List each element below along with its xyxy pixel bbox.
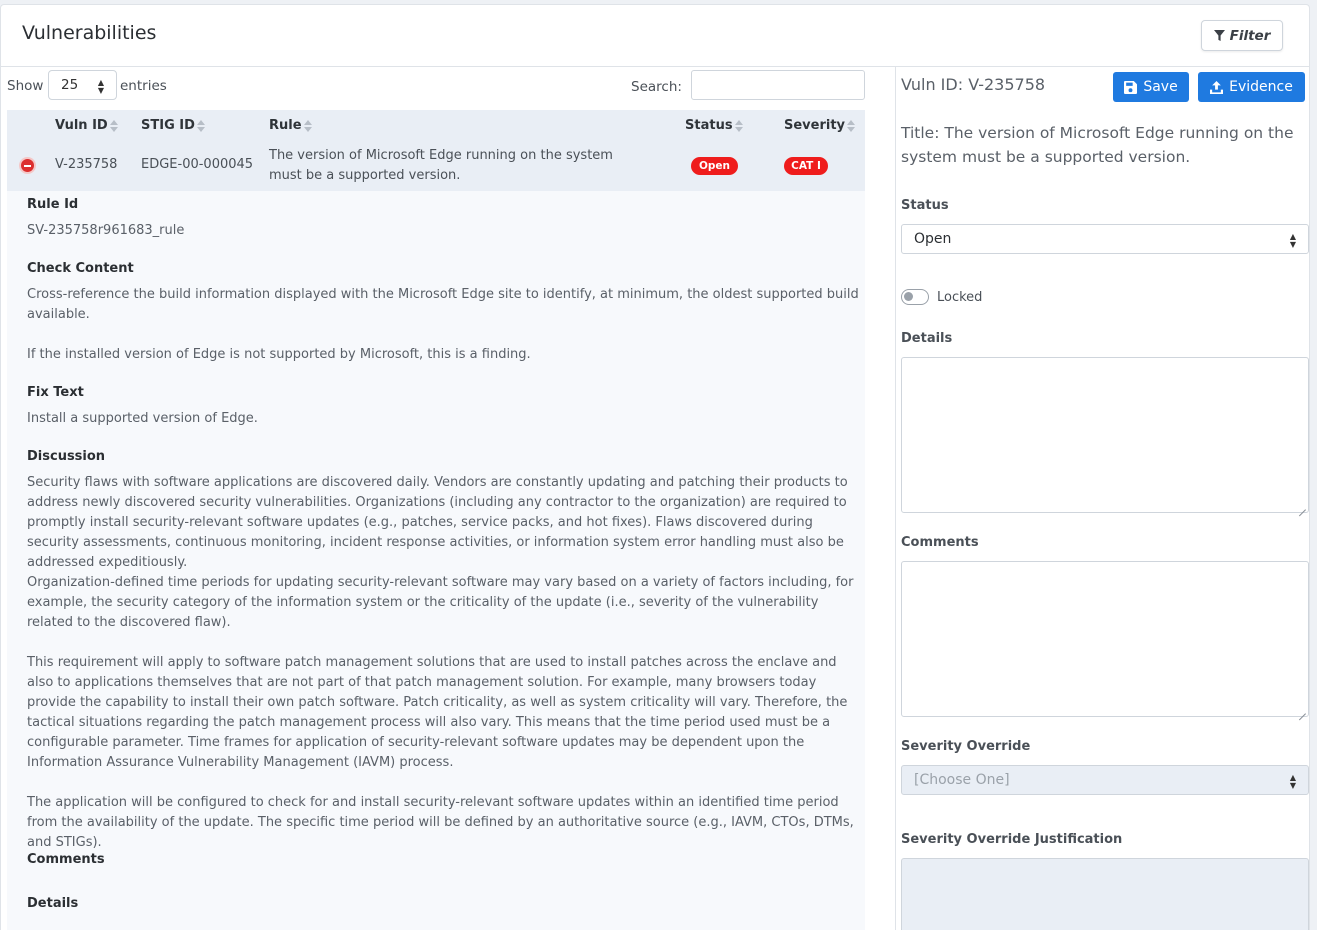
select-arrows-icon: ▲ ▼	[1289, 232, 1296, 249]
sort-icon	[196, 119, 205, 132]
resize-handle-icon[interactable]	[1299, 503, 1306, 510]
column-vuln-id[interactable]: Vuln ID	[55, 118, 118, 133]
discussion-p4: The application will be configured to ch…	[27, 795, 854, 850]
save-label: Save	[1143, 79, 1178, 95]
status-select[interactable]: Open ▲ ▼	[901, 224, 1309, 254]
filter-icon	[1213, 30, 1225, 41]
column-label: Status	[685, 118, 733, 133]
filter-button[interactable]: Filter	[1201, 20, 1283, 51]
sort-icon	[303, 119, 312, 132]
details-heading: Details	[27, 896, 79, 911]
select-arrows-icon: ▲ ▼	[97, 78, 104, 95]
sort-icon	[734, 119, 743, 132]
column-label: Severity	[784, 118, 846, 133]
table-row[interactable]: V-235758 EDGE-00-000045 The version of M…	[7, 141, 865, 191]
vuln-title: Title: The version of Microsoft Edge run…	[901, 124, 1294, 166]
column-label: STIG ID	[141, 118, 195, 133]
column-severity[interactable]: Severity	[784, 118, 856, 133]
search-input[interactable]	[691, 70, 865, 100]
evidence-button[interactable]: Evidence	[1198, 72, 1305, 102]
justification-label: Severity Override Justification	[901, 832, 1123, 847]
check-content-p2: If the installed version of Edge is not …	[27, 347, 531, 362]
search-label: Search:	[631, 79, 682, 95]
column-label: Rule	[269, 118, 302, 133]
severity-override-select[interactable]: [Choose One] ▲ ▼	[901, 765, 1309, 795]
stig-id-cell: EDGE-00-000045	[141, 157, 254, 172]
entries-label: entries	[120, 78, 167, 94]
details-label: Details	[901, 331, 953, 346]
filter-label: Filter	[1229, 27, 1271, 44]
status-badge: Open	[691, 157, 738, 175]
column-status[interactable]: Status	[685, 118, 743, 133]
collapse-row-icon[interactable]	[19, 157, 36, 174]
check-content-p1: Cross-reference the build information di…	[27, 287, 859, 322]
locked-toggle[interactable]	[901, 289, 929, 305]
discussion-p2: Organization-defined time periods for up…	[27, 575, 854, 630]
vulnerability-edit-panel: Vuln ID: V-235758 Save Evidence Title: T…	[895, 67, 1310, 930]
vulnerability-table-panel: Show 25 ▲ ▼ entries Search: Vuln ID STIG …	[1, 67, 894, 930]
evidence-label: Evidence	[1229, 79, 1293, 95]
discussion-p3: This requirement will apply to software …	[27, 655, 848, 770]
save-icon	[1124, 80, 1138, 94]
vuln-id-cell: V-235758	[55, 157, 118, 172]
comments-textarea[interactable]	[901, 561, 1309, 717]
entries-select[interactable]: 25 ▲ ▼	[48, 70, 117, 100]
upload-icon	[1210, 80, 1224, 94]
severity-override-placeholder: [Choose One]	[914, 772, 1010, 788]
discussion-p1: Security flaws with software application…	[27, 475, 848, 570]
row-details: Rule Id SV-235758r961683_rule Check Cont…	[7, 191, 865, 930]
rule-id-value: SV-235758r961683_rule	[27, 223, 185, 238]
sort-icon	[109, 119, 118, 132]
justification-textarea[interactable]	[901, 858, 1309, 930]
save-button[interactable]: Save	[1113, 72, 1189, 102]
page-title: Vulnerabilities	[22, 22, 157, 44]
show-label: Show	[7, 78, 44, 94]
entries-value: 25	[61, 77, 79, 93]
details-textarea[interactable]	[901, 357, 1309, 513]
fix-text-heading: Fix Text	[27, 385, 84, 400]
rule-id-heading: Rule Id	[27, 197, 79, 212]
rule-cell: The version of Microsoft Edge running on…	[269, 148, 613, 183]
column-label: Vuln ID	[55, 118, 108, 133]
check-content-heading: Check Content	[27, 261, 134, 276]
locked-label: Locked	[937, 290, 983, 305]
sort-icon	[847, 119, 856, 132]
vulnerabilities-card: Vulnerabilities Filter Show 25 ▲ ▼ entrie…	[0, 4, 1310, 930]
column-stig-id[interactable]: STIG ID	[141, 118, 205, 133]
severity-override-label: Severity Override	[901, 739, 1031, 754]
discussion-heading: Discussion	[27, 449, 106, 464]
status-label: Status	[901, 198, 949, 213]
comments-label: Comments	[901, 535, 979, 550]
column-rule[interactable]: Rule	[269, 118, 312, 133]
card-header: Vulnerabilities Filter	[1, 5, 1309, 67]
vuln-id-heading: Vuln ID: V-235758	[901, 75, 1046, 94]
comments-heading: Comments	[27, 852, 105, 867]
status-select-value: Open	[914, 231, 952, 247]
resize-handle-icon[interactable]	[1299, 707, 1306, 714]
fix-text-value: Install a supported version of Edge.	[27, 411, 258, 426]
table-header: Vuln ID STIG ID Rule Status Severity	[7, 110, 865, 141]
severity-badge: CAT I	[784, 157, 828, 175]
select-arrows-icon: ▲ ▼	[1289, 773, 1296, 790]
